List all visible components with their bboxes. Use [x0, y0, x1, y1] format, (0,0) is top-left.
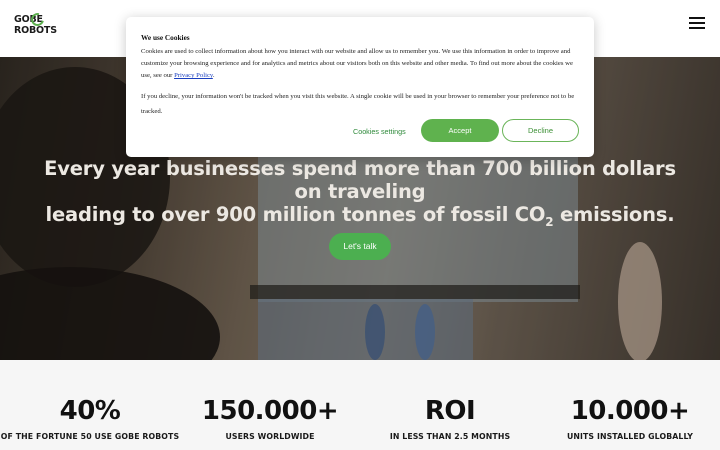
stat-label: OF THE FORTUNE 50 USE GOBE ROBOTS [0, 432, 180, 441]
cookie-description: Cookies are used to collect information … [141, 46, 579, 82]
decline-cookies-button[interactable]: Decline [502, 119, 579, 142]
logo-line-2: ROBOTS [14, 25, 57, 36]
hero-headline: Every year businesses spend more than 70… [40, 157, 680, 229]
stat-label: UNITS INSTALLED GLOBALLY [566, 432, 694, 441]
privacy-policy-link[interactable]: Privacy Policy [174, 72, 213, 79]
menu-bar [689, 27, 705, 29]
accept-cookies-button[interactable]: Accept [421, 119, 499, 142]
cookies-settings-button[interactable]: Cookies settings [353, 127, 406, 136]
menu-bar [689, 22, 705, 24]
gobe-robots-logo[interactable]: GOBE ROBOTS [14, 10, 57, 42]
stat-value: ROI [424, 396, 476, 426]
stat-value: 40% [59, 396, 121, 426]
hero-headline-line-2: leading to over 900 million tonnes of fo… [40, 203, 680, 229]
lets-talk-button[interactable]: Let's talk [329, 233, 391, 260]
cookie-title: We use Cookies [141, 33, 190, 42]
stat-users: 150.000+ USERS WORLDWIDE [180, 395, 360, 441]
hero-headline-text: leading to over 900 million tonnes of fo… [45, 203, 546, 226]
stat-units: 10.000+ UNITS INSTALLED GLOBALLY [540, 395, 720, 441]
stat-value: 10.000+ [570, 396, 690, 426]
stat-label: IN LESS THAN 2.5 MONTHS [389, 432, 511, 441]
stat-value: 150.000+ [201, 396, 339, 426]
hamburger-menu-icon[interactable] [689, 16, 705, 30]
menu-bar [689, 17, 705, 19]
stat-roi: ROI IN LESS THAN 2.5 MONTHS [360, 395, 540, 441]
stats-section: 40% OF THE FORTUNE 50 USE GOBE ROBOTS 15… [0, 360, 720, 450]
cookie-decline-notice: If you decline, your information won't b… [141, 93, 575, 116]
hero-headline-line-1: Every year businesses spend more than 70… [44, 157, 676, 203]
stat-label: USERS WORLDWIDE [225, 432, 315, 441]
cookie-description-end: . [212, 72, 215, 80]
cookie-consent-dialog: We use Cookies Cookies are used to colle… [126, 17, 594, 157]
stat-fortune-50: 40% OF THE FORTUNE 50 USE GOBE ROBOTS [0, 395, 180, 441]
co2-subscript: 2 [545, 215, 554, 229]
hero-headline-end: emissions. [553, 203, 675, 226]
